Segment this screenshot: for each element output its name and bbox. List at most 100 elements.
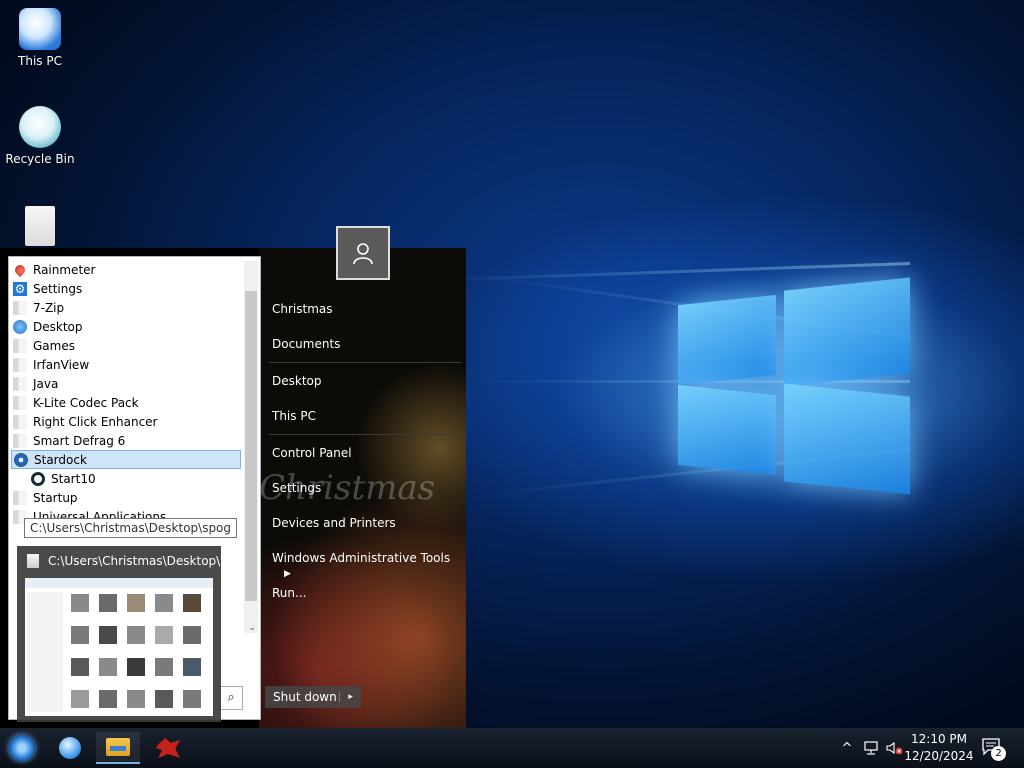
folder-icon bbox=[13, 490, 27, 505]
program-item-smart-defrag[interactable]: Smart Defrag 6 bbox=[11, 431, 241, 450]
program-item-settings[interactable]: ⚙ Settings bbox=[11, 279, 241, 298]
taskbar: ^ 12:10 PM 12/20/2024 2 bbox=[0, 728, 1024, 768]
start-link-control-panel[interactable]: Control Panel bbox=[272, 446, 352, 460]
program-label: Right Click Enhancer bbox=[33, 414, 158, 429]
desktop-icon-recycle-bin[interactable]: Recycle Bin bbox=[0, 106, 80, 166]
program-label: Java bbox=[33, 376, 59, 391]
program-label: Start10 bbox=[51, 471, 96, 486]
folder-icon bbox=[13, 300, 27, 315]
program-label: IrfanView bbox=[33, 357, 90, 372]
start-link-run[interactable]: Run... bbox=[272, 586, 306, 600]
program-item-java[interactable]: Java bbox=[11, 374, 241, 393]
submenu-arrow-icon: ▶ bbox=[284, 569, 291, 579]
thumbnail-ribbon bbox=[25, 578, 213, 588]
program-item-startup[interactable]: Startup bbox=[11, 488, 241, 507]
separator bbox=[269, 434, 461, 435]
this-pc-icon bbox=[19, 8, 61, 50]
logo-pane bbox=[784, 277, 910, 387]
start-link-label: Windows Administrative Tools bbox=[272, 551, 451, 565]
show-hidden-icons-button[interactable]: ^ bbox=[836, 728, 858, 768]
program-item-rainmeter[interactable]: Rainmeter bbox=[11, 260, 241, 279]
path-tooltip: C:\Users\Christmas\Desktop\spog bbox=[24, 518, 238, 538]
start-link-settings[interactable]: Settings bbox=[272, 481, 321, 495]
start-link-this-pc[interactable]: This PC bbox=[272, 409, 316, 423]
internet-browser-icon bbox=[59, 737, 81, 759]
program-label: 7-Zip bbox=[33, 300, 65, 315]
program-label: Stardock bbox=[34, 452, 87, 467]
rainmeter-icon bbox=[12, 262, 28, 277]
file-explorer-window-icon bbox=[27, 554, 39, 568]
shutdown-button[interactable]: Shut down ▸ bbox=[265, 686, 361, 708]
folder-icon bbox=[13, 376, 27, 391]
logo-pane bbox=[678, 384, 776, 476]
start10-orb-icon bbox=[9, 735, 35, 761]
desktop-icon-label: Recycle Bin bbox=[5, 152, 75, 166]
search-button[interactable]: ⌕ bbox=[219, 686, 243, 710]
program-item-desktop[interactable]: Desktop bbox=[11, 317, 241, 336]
taskbar-thumbnail-preview[interactable]: C:\Users\Christmas\Desktop\... bbox=[17, 546, 232, 722]
action-center-button[interactable]: 2 bbox=[980, 736, 1008, 761]
program-item-7zip[interactable]: 7-Zip bbox=[11, 298, 241, 317]
logo-pane bbox=[784, 383, 910, 495]
user-avatar-icon bbox=[353, 243, 373, 265]
desktop-icon bbox=[13, 319, 27, 334]
program-list-scrollbar[interactable] bbox=[244, 261, 258, 633]
user-avatar-button[interactable] bbox=[336, 226, 390, 280]
start-menu-right-pane: Christmas Christmas Documents Desktop Th… bbox=[259, 248, 466, 728]
start-link-desktop[interactable]: Desktop bbox=[272, 374, 322, 388]
folder-icon bbox=[13, 433, 27, 448]
program-label: Settings bbox=[33, 281, 83, 296]
start-link-christmas[interactable]: Christmas bbox=[272, 302, 333, 316]
program-label: Rainmeter bbox=[33, 262, 96, 277]
program-item-stardock[interactable]: Stardock bbox=[11, 450, 241, 469]
scrollbar-thumb[interactable] bbox=[245, 291, 257, 601]
window-thumbnail-image bbox=[25, 578, 213, 716]
folder-icon bbox=[13, 395, 27, 410]
file-icon bbox=[25, 206, 55, 246]
program-label: Games bbox=[33, 338, 75, 353]
start-link-admin-tools[interactable]: Windows Administrative Tools ▶ bbox=[272, 551, 466, 579]
stardock-icon bbox=[14, 452, 28, 467]
gear-icon: ⚙ bbox=[13, 281, 27, 296]
program-item-games[interactable]: Games bbox=[11, 336, 241, 355]
separator bbox=[269, 362, 461, 363]
desktop-icon-file[interactable] bbox=[0, 206, 80, 250]
shutdown-options-arrow-icon[interactable]: ▸ bbox=[339, 692, 361, 702]
windows-logo bbox=[672, 270, 912, 506]
start-link-devices-printers[interactable]: Devices and Printers bbox=[272, 516, 396, 530]
volume-muted-icon bbox=[886, 741, 903, 755]
start-button[interactable] bbox=[0, 732, 44, 764]
desktop-icon-this-pc[interactable]: This PC bbox=[0, 8, 80, 68]
search-icon: ⌕ bbox=[227, 690, 235, 705]
taskbar-file-explorer[interactable] bbox=[96, 732, 140, 764]
program-item-klite[interactable]: K-Lite Codec Pack bbox=[11, 393, 241, 412]
program-label: Startup bbox=[33, 490, 78, 505]
folder-icon bbox=[13, 357, 27, 372]
clock[interactable]: 12:10 PM 12/20/2024 bbox=[904, 731, 974, 765]
program-item-irfanview[interactable]: IrfanView bbox=[11, 355, 241, 374]
notification-count-badge: 2 bbox=[991, 746, 1006, 761]
folder-icon bbox=[13, 338, 27, 353]
chevron-down-icon[interactable]: ⌄ bbox=[248, 623, 256, 633]
network-tray-button[interactable] bbox=[860, 728, 882, 768]
logo-pane bbox=[678, 294, 776, 386]
recycle-bin-icon bbox=[19, 106, 61, 148]
program-item-start10[interactable]: Start10 bbox=[29, 469, 259, 488]
thumbnail-nav-pane bbox=[27, 592, 63, 712]
preview-title: C:\Users\Christmas\Desktop\... bbox=[48, 554, 232, 568]
taskbar-browser[interactable] bbox=[48, 732, 92, 764]
taskbar-red-app[interactable] bbox=[146, 732, 190, 764]
start-link-documents[interactable]: Documents bbox=[272, 337, 340, 351]
start10-icon bbox=[31, 471, 45, 486]
clock-time: 12:10 PM bbox=[911, 732, 967, 746]
red-dragon-app-icon bbox=[156, 738, 180, 758]
volume-tray-button[interactable] bbox=[884, 728, 906, 768]
program-label: Smart Defrag 6 bbox=[33, 433, 126, 448]
chevron-up-icon: ^ bbox=[841, 740, 853, 756]
program-label: Desktop bbox=[33, 319, 83, 334]
network-icon bbox=[864, 741, 878, 755]
clock-date: 12/20/2024 bbox=[904, 749, 974, 763]
desktop-icon-label: This PC bbox=[18, 54, 62, 68]
program-item-right-click-enhancer[interactable]: Right Click Enhancer bbox=[11, 412, 241, 431]
shutdown-label: Shut down bbox=[273, 690, 337, 704]
